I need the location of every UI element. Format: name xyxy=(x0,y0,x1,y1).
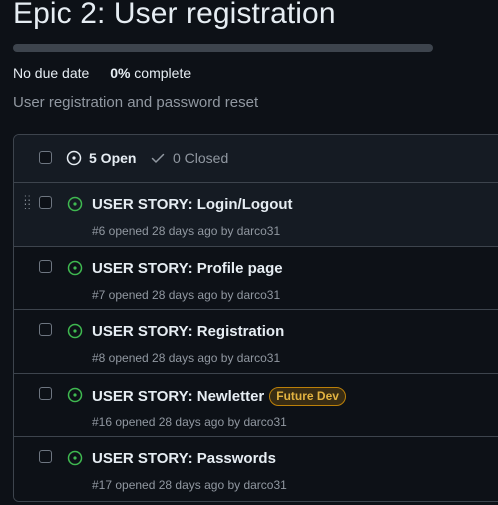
open-filter[interactable]: 5 Open xyxy=(66,150,136,166)
issue-opened-icon xyxy=(67,323,83,339)
select-all-checkbox[interactable] xyxy=(39,151,52,164)
issue-label[interactable]: Future Dev xyxy=(269,386,346,406)
issue-row[interactable]: USER STORY: Profile page #7 opened 28 day… xyxy=(14,246,498,310)
check-icon xyxy=(151,153,165,163)
issue-opened-icon xyxy=(67,387,83,402)
issue-list-header: 5 Open 0 Closed xyxy=(14,135,498,183)
issue-checkbox[interactable] xyxy=(39,196,52,209)
due-date: No due date xyxy=(13,65,90,81)
issue-title-link[interactable]: USER STORY: Login/Logout xyxy=(92,196,293,213)
drag-handle-icon[interactable]: :::::: xyxy=(24,194,32,212)
issue-checkbox[interactable] xyxy=(39,259,52,273)
issue-title-link[interactable]: USER STORY: Passwords xyxy=(92,450,276,467)
closed-filter[interactable]: 0 Closed xyxy=(150,150,228,166)
milestone-description: User registration and password reset xyxy=(13,94,259,111)
issue-row[interactable]: :::::: USER STORY: Login/Logout#6 opened … xyxy=(14,183,498,247)
percent-value: 0% xyxy=(110,65,131,81)
closed-count: 0 Closed xyxy=(173,150,229,166)
issue-title[interactable]: USER STORY: Profile page xyxy=(92,260,283,277)
issue-checkbox[interactable] xyxy=(39,386,52,400)
percent-complete: 0% complete xyxy=(110,65,191,81)
milestone-title: Epic 2: User registration xyxy=(13,0,336,30)
issue-title[interactable]: USER STORY: Passwords xyxy=(92,450,276,467)
issue-row[interactable]: USER STORY: Registration #8 opened 28 day… xyxy=(14,310,498,374)
milestone-meta: No due date 0% complete xyxy=(13,65,191,81)
issue-opened-icon xyxy=(67,196,83,212)
issue-meta: #17 opened 28 days ago by darco31 xyxy=(92,478,287,492)
issue-title[interactable]: USER STORY: Newletter xyxy=(92,388,264,405)
issue-row[interactable]: USER STORY: Passwords #17 opened 28 days … xyxy=(14,437,498,501)
issue-title-link[interactable]: USER STORY: Newletter Future Dev xyxy=(92,386,346,406)
issue-list: 5 Open 0 Closed :::::: USER STORY: Login/… xyxy=(13,134,498,502)
issue-opened-icon xyxy=(67,260,83,275)
progress-bar xyxy=(13,44,433,52)
issue-title-link[interactable]: USER STORY: Registration xyxy=(92,323,284,340)
issue-meta: #8 opened 28 days ago by darco31 xyxy=(92,351,281,365)
issue-opened-icon xyxy=(67,450,83,466)
issue-opened-icon xyxy=(66,150,82,166)
issue-title[interactable]: USER STORY: Registration xyxy=(92,323,284,340)
issue-meta: #16 opened 28 days ago by darco31 xyxy=(92,414,287,429)
percent-suffix: complete xyxy=(130,65,192,81)
issue-meta: #7 opened 28 days ago by darco31 xyxy=(92,287,281,302)
issue-meta: #6 opened 28 days ago by darco31 xyxy=(92,224,281,238)
milestone-page: Epic 2: User registration No due date 0%… xyxy=(0,0,498,505)
issue-title-link[interactable]: USER STORY: Profile page xyxy=(92,260,283,277)
issue-checkbox[interactable] xyxy=(39,323,52,336)
open-count: 5 Open xyxy=(89,150,137,166)
issue-checkbox[interactable] xyxy=(39,450,52,463)
issue-row[interactable]: USER STORY: Newletter Future Dev #16 opene… xyxy=(14,373,498,437)
issue-title[interactable]: USER STORY: Login/Logout xyxy=(92,196,293,213)
